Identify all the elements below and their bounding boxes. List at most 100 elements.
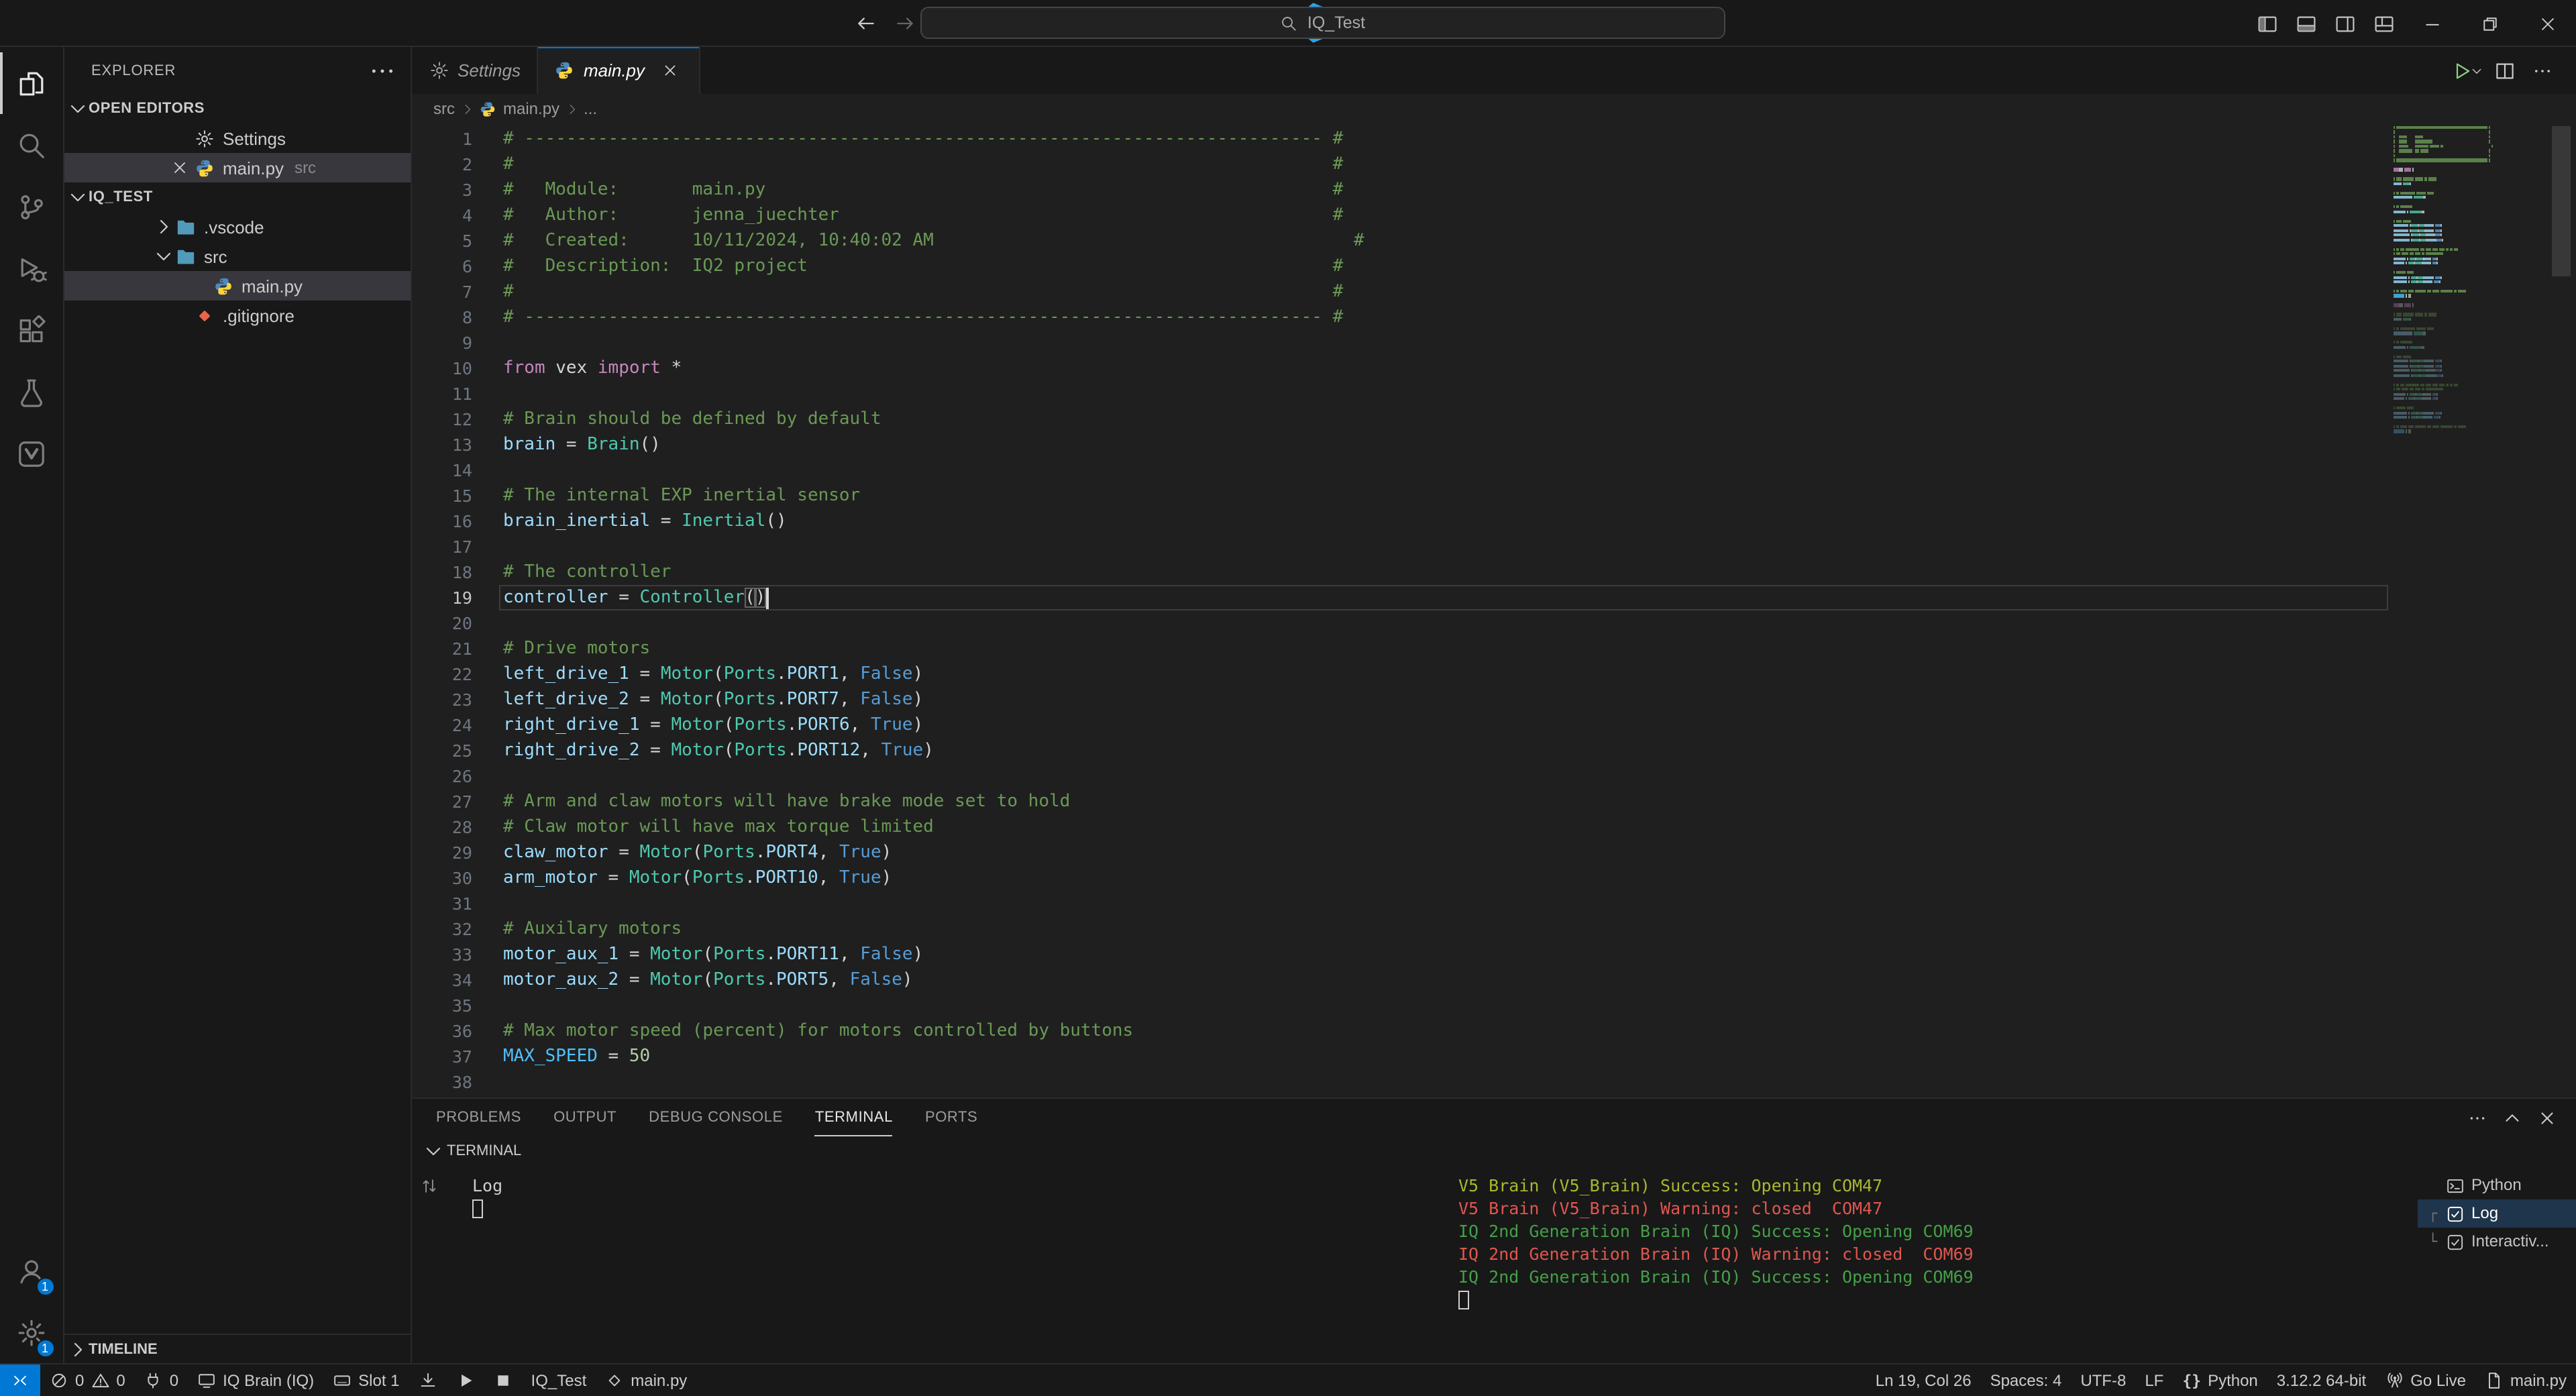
code-line-11[interactable]: 11 <box>412 381 2388 407</box>
maximize-panel-button[interactable] <box>2496 1102 2528 1134</box>
breadcrumb-src[interactable]: src <box>433 99 455 118</box>
status-python-interpreter[interactable]: 3.12.2 64-bit <box>2267 1364 2375 1396</box>
tab-Settings[interactable]: Settings <box>412 47 538 94</box>
activity-run-and-debug[interactable] <box>0 237 64 299</box>
close-editor-icon[interactable] <box>170 158 189 177</box>
code-line-27[interactable]: 27# Arm and claw motors will have brake … <box>412 789 2388 814</box>
status-vex-file[interactable]: main.py <box>596 1364 696 1396</box>
toggle-secondary-sidebar-button[interactable] <box>2325 4 2364 43</box>
code-line-7[interactable]: 7# # <box>412 279 2388 305</box>
terminal-instance-Interactiv[interactable]: └Interactiv... <box>2418 1228 2576 1256</box>
breadcrumb-...[interactable]: ... <box>584 99 597 118</box>
command-center-search[interactable]: IQ_Test <box>920 7 1725 39</box>
activity-testing[interactable] <box>0 361 64 423</box>
code-line-9[interactable]: 9 <box>412 330 2388 356</box>
code-line-19[interactable]: 19controller = Controller() <box>412 585 2388 610</box>
workspace-header[interactable]: IQ_TEST <box>64 182 411 212</box>
status-vex-project[interactable]: IQ_Test <box>522 1364 596 1396</box>
status-vex-slot[interactable]: Slot 1 <box>323 1364 409 1396</box>
code-line-16[interactable]: 16brain_inertial = Inertial() <box>412 508 2388 534</box>
activity-extensions[interactable] <box>0 299 64 361</box>
code-line-31[interactable]: 31 <box>412 891 2388 916</box>
status-indentation[interactable]: Spaces: 4 <box>1981 1364 2072 1396</box>
status-encoding[interactable]: UTF-8 <box>2071 1364 2135 1396</box>
code-line-17[interactable]: 17 <box>412 534 2388 559</box>
tree-item-.vscode[interactable]: .vscode <box>64 212 411 241</box>
panel-tab-debug-console[interactable]: DEBUG CONSOLE <box>649 1099 783 1136</box>
status-vex-device[interactable]: IQ Brain (IQ) <box>188 1364 323 1396</box>
code-line-21[interactable]: 21# Drive motors <box>412 636 2388 661</box>
status-active-file[interactable]: main.py <box>2475 1364 2576 1396</box>
code-line-37[interactable]: 37MAX_SPEED = 50 <box>412 1044 2388 1069</box>
activity-manage[interactable]: 1 <box>0 1301 64 1363</box>
status-cursor-position[interactable]: Ln 19, Col 26 <box>1866 1364 1981 1396</box>
terminal-instance-Log[interactable]: ┌Log <box>2418 1199 2576 1228</box>
panel-tab-problems[interactable]: PROBLEMS <box>436 1099 521 1136</box>
editor-scrollbar[interactable] <box>2544 123 2576 1097</box>
code-line-2[interactable]: 2# # <box>412 152 2388 177</box>
activity-vex[interactable] <box>0 423 64 484</box>
code-line-15[interactable]: 15# The internal EXP inertial sensor <box>412 483 2388 508</box>
tab-main.py[interactable]: main.py <box>538 47 700 94</box>
toggle-panel-button[interactable] <box>2286 4 2325 43</box>
open-editor-main.py[interactable]: main.pysrc <box>64 153 411 182</box>
timeline-header[interactable]: TIMELINE <box>64 1334 411 1363</box>
code-line-28[interactable]: 28# Claw motor will have max torque limi… <box>412 814 2388 840</box>
minimize-button[interactable] <box>2403 0 2461 47</box>
code-line-18[interactable]: 18# The controller <box>412 559 2388 585</box>
code-line-33[interactable]: 33motor_aux_1 = Motor(Ports.PORT11, Fals… <box>412 942 2388 967</box>
status-go-live[interactable]: Go Live <box>2375 1364 2475 1396</box>
code-line-38[interactable]: 38 <box>412 1069 2388 1095</box>
more-actions-button[interactable] <box>2525 53 2560 88</box>
terminal-instance-Python[interactable]: Python <box>2418 1171 2576 1199</box>
run-python-file-button[interactable] <box>2450 53 2485 88</box>
code-line-29[interactable]: 29claw_motor = Motor(Ports.PORT4, True) <box>412 840 2388 865</box>
split-editor-button[interactable] <box>2487 53 2522 88</box>
tree-item-src[interactable]: src <box>64 241 411 271</box>
code-line-24[interactable]: 24right_drive_1 = Motor(Ports.PORT6, Tru… <box>412 712 2388 738</box>
go-forward-button[interactable] <box>894 12 916 35</box>
status-vex-play[interactable] <box>447 1364 484 1396</box>
activity-accounts[interactable]: 1 <box>0 1240 64 1301</box>
status-problems[interactable]: 00 <box>40 1364 135 1396</box>
code-line-22[interactable]: 22left_drive_1 = Motor(Ports.PORT1, Fals… <box>412 661 2388 687</box>
code-line-1[interactable]: 1# -------------------------------------… <box>412 126 2388 152</box>
panel-tab-output[interactable]: OUTPUT <box>553 1099 616 1136</box>
restore-button[interactable] <box>2461 0 2518 47</box>
code-line-8[interactable]: 8# -------------------------------------… <box>412 305 2388 330</box>
close-window-button[interactable] <box>2518 0 2576 47</box>
status-vex-stop[interactable] <box>484 1364 522 1396</box>
activity-explorer[interactable] <box>0 52 64 114</box>
open-editor-Settings[interactable]: Settings <box>64 123 411 153</box>
terminal-section-header[interactable]: TERMINAL <box>412 1136 2576 1166</box>
terminal-viewport[interactable]: Log V5 Brain (V5_Brain) Success: Opening… <box>412 1166 2576 1363</box>
code-line-23[interactable]: 23left_drive_2 = Motor(Ports.PORT7, Fals… <box>412 687 2388 712</box>
status-language[interactable]: {}Python <box>2173 1364 2267 1396</box>
code-line-35[interactable]: 35 <box>412 993 2388 1018</box>
code-line-12[interactable]: 12# Brain should be defined by default <box>412 407 2388 432</box>
code-line-30[interactable]: 30arm_motor = Motor(Ports.PORT10, True) <box>412 865 2388 891</box>
close-tab-button[interactable] <box>658 58 682 83</box>
code-line-34[interactable]: 34motor_aux_2 = Motor(Ports.PORT5, False… <box>412 967 2388 993</box>
code-line-32[interactable]: 32# Auxilary motors <box>412 916 2388 942</box>
status-eol[interactable]: LF <box>2135 1364 2173 1396</box>
panel-tab-terminal[interactable]: TERMINAL <box>815 1099 893 1136</box>
code-line-5[interactable]: 5# Created: 10/11/2024, 10:40:02 AM # <box>412 228 2388 254</box>
code-line-3[interactable]: 3# Module: main.py # <box>412 177 2388 203</box>
status-vex-download[interactable] <box>409 1364 447 1396</box>
code-editor[interactable]: 1# -------------------------------------… <box>412 123 2576 1097</box>
customize-layout-button[interactable] <box>2364 4 2403 43</box>
code-line-14[interactable]: 14 <box>412 458 2388 483</box>
tree-item-main.py[interactable]: main.py <box>64 271 411 301</box>
code-line-4[interactable]: 4# Author: jenna_juechter # <box>412 203 2388 228</box>
activity-search[interactable] <box>0 114 64 176</box>
close-panel-button[interactable] <box>2530 1102 2563 1134</box>
views-and-more-actions-button[interactable] <box>368 56 397 85</box>
status-ports[interactable]: 0 <box>135 1364 188 1396</box>
toggle-primary-sidebar-button[interactable] <box>2247 4 2286 43</box>
code-line-10[interactable]: 10from vex import * <box>412 356 2388 381</box>
tree-item-.gitignore[interactable]: .gitignore <box>64 301 411 330</box>
activity-source-control[interactable] <box>0 176 64 237</box>
code-line-26[interactable]: 26 <box>412 763 2388 789</box>
scrollbar-slider[interactable] <box>2552 126 2571 276</box>
